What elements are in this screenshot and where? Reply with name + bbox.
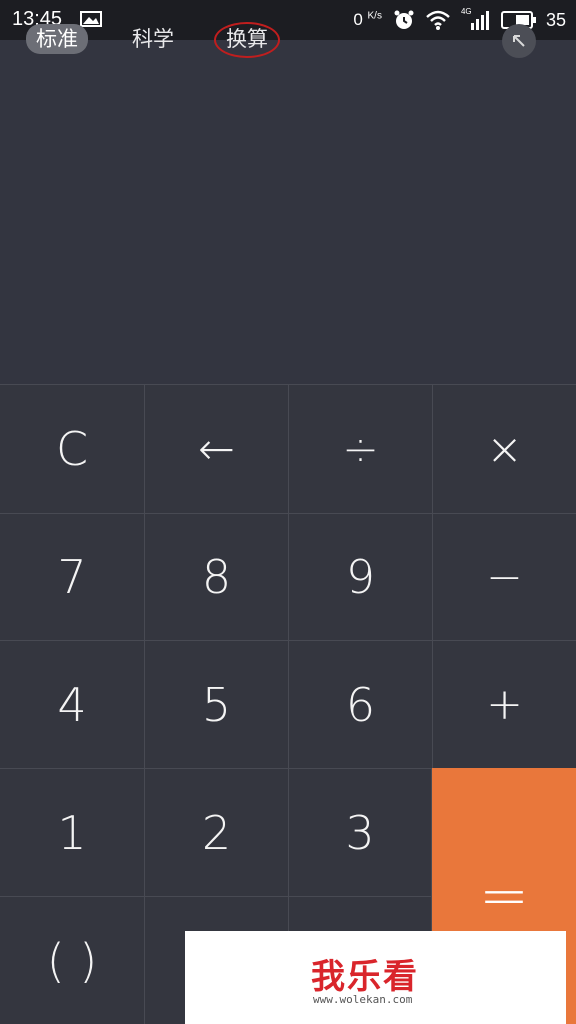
watermark-url: www.wolekan.com [313, 993, 413, 1006]
digit-8-key[interactable]: 8 [145, 513, 289, 640]
annotation-circle [214, 22, 280, 58]
battery-level: 35 [545, 9, 566, 30]
digit-4-key[interactable]: 4 [0, 640, 145, 768]
backspace-key[interactable]: ← [145, 384, 289, 513]
digit-9-key[interactable]: 9 [289, 513, 433, 640]
net-speed: 0 K/s [353, 10, 382, 29]
watermark: 我乐看 www.wolekan.com [185, 931, 566, 1024]
parentheses-key[interactable]: ( ) [0, 896, 145, 1024]
digit-2-key[interactable]: 2 [145, 768, 289, 896]
digit-5-key[interactable]: 5 [145, 640, 289, 768]
clear-key[interactable]: C [0, 384, 145, 513]
keypad: C ← ÷ × 7 8 9 − 4 5 6 + 1 2 3 ( ) = [0, 384, 576, 1024]
tab-scientific[interactable]: 科学 [132, 24, 174, 54]
digit-7-key[interactable]: 7 [0, 513, 145, 640]
digit-3-key[interactable]: 3 [289, 768, 432, 896]
tab-standard[interactable]: 标准 [26, 24, 88, 54]
digit-1-key[interactable]: 1 [0, 768, 145, 896]
wifi-icon [426, 10, 450, 30]
minus-key[interactable]: − [433, 513, 576, 640]
watermark-logo: 我乐看 [311, 957, 419, 997]
collapse-button[interactable] [502, 24, 536, 58]
alarm-icon [394, 10, 414, 29]
result-display [0, 40, 576, 384]
plus-key[interactable]: + [433, 640, 576, 768]
calculator-screen: 13:45 0 K/s 4G 35 标准 科学 换算 C ← ÷ × 7 8 9… [0, 0, 576, 1024]
image-icon [80, 11, 102, 27]
collapse-arrow-icon [513, 35, 525, 47]
multiply-key[interactable]: × [433, 384, 576, 513]
digit-6-key[interactable]: 6 [289, 640, 433, 768]
signal-icon: 4G [461, 7, 491, 31]
divide-key[interactable]: ÷ [289, 384, 433, 513]
